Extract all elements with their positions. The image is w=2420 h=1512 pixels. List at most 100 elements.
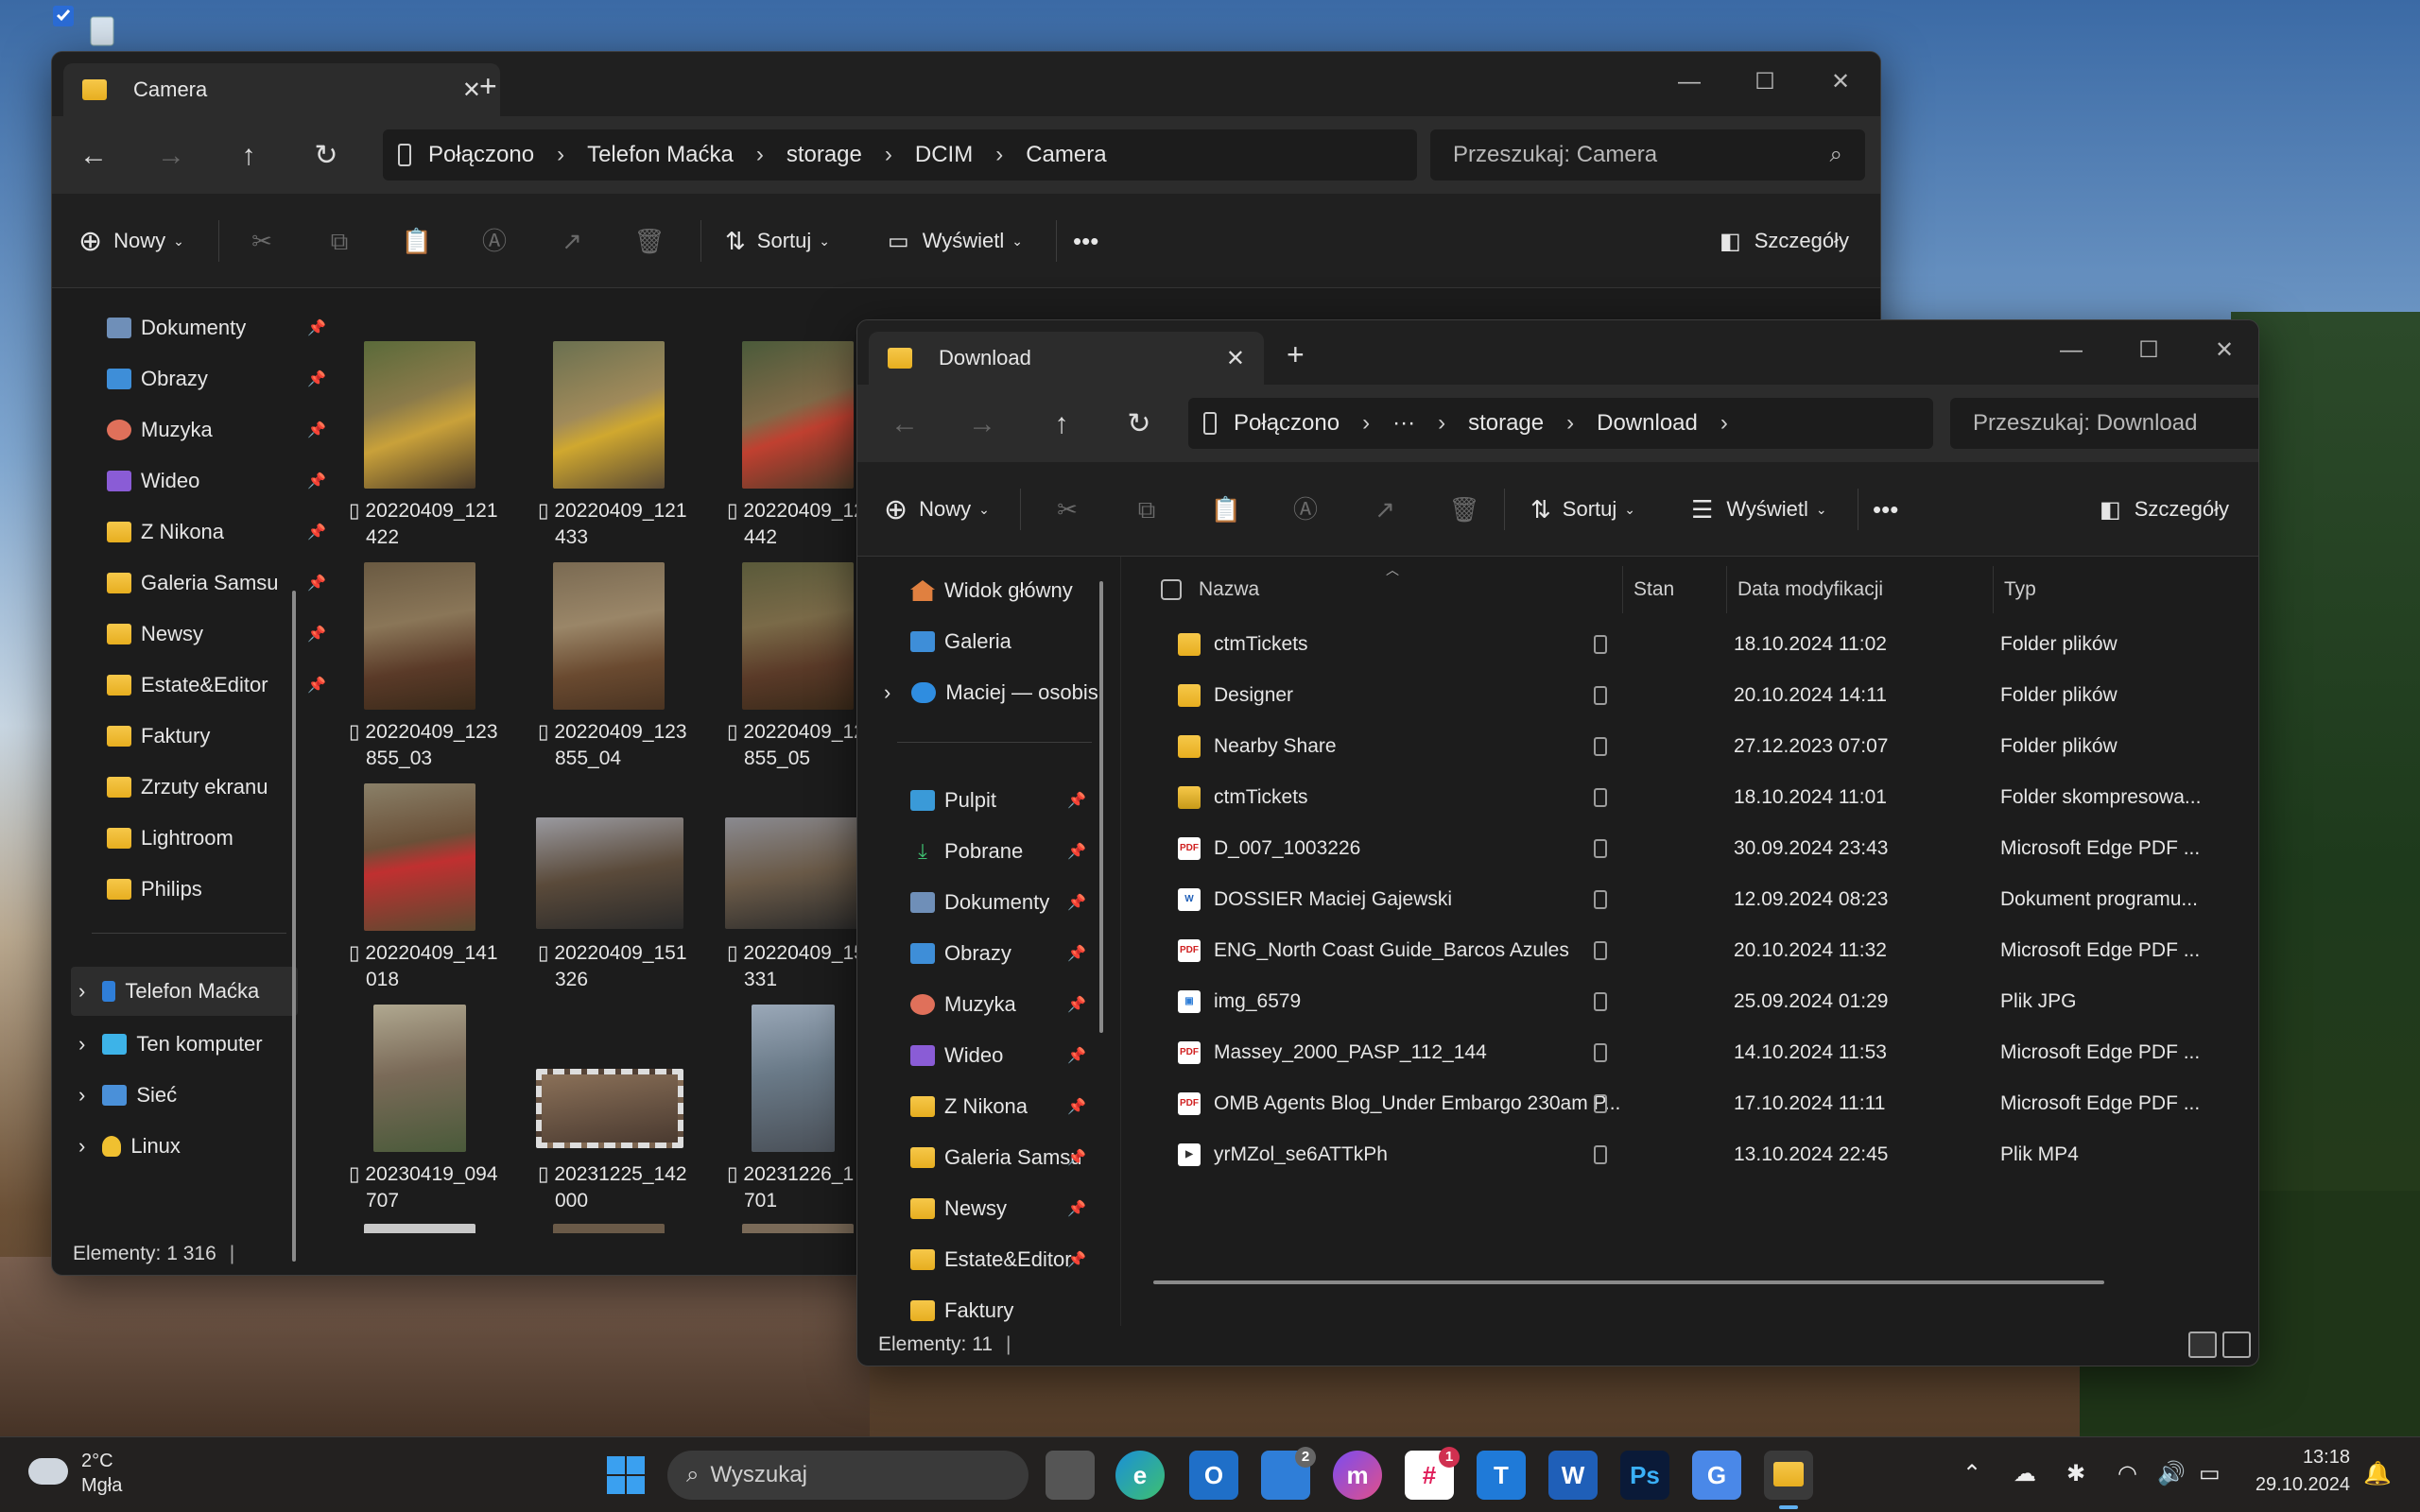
weather-widget[interactable]: 2°C Mgła [28, 1447, 180, 1503]
paste-icon[interactable]: 📋 [400, 224, 434, 258]
tab-download[interactable]: Download ✕ [869, 332, 1264, 385]
photo-thumbnail[interactable] [752, 1005, 835, 1152]
view-button[interactable]: ☰ Wyświetl ⌄ [1691, 490, 1827, 528]
photo-thumbnail[interactable] [364, 1224, 475, 1233]
store-icon[interactable]: 2 [1261, 1447, 1316, 1500]
delete-icon[interactable]: 🗑 [632, 224, 666, 258]
video-thumbnail[interactable] [536, 1069, 683, 1148]
photo-thumbnail[interactable] [373, 1005, 466, 1152]
sidebar-item-telefon-macka[interactable]: › Telefon Maćka [71, 967, 298, 1016]
breadcrumb-item[interactable]: Połączono [1234, 410, 1340, 437]
photo-thumbnail[interactable] [364, 783, 475, 931]
details-view-icon[interactable] [2188, 1332, 2217, 1358]
file-row[interactable]: PDF ENG_North Coast Guide_Barcos Azules 20… [1121, 925, 2258, 976]
scrollbar[interactable] [1099, 581, 1103, 1033]
column-state[interactable]: Stan [1634, 566, 1674, 613]
task-view-icon[interactable] [1046, 1451, 1095, 1500]
view-button[interactable]: ▭ Wyświetl ⌄ [888, 222, 1023, 260]
breadcrumb-item[interactable]: Telefon Maćka [587, 142, 734, 168]
onedrive-tray-icon[interactable]: ☁ [2014, 1460, 2036, 1487]
up-arrow-icon[interactable]: ↑ [1041, 404, 1082, 445]
breadcrumb-item[interactable]: Połączono [428, 142, 534, 168]
sidebar-item-home[interactable]: Widok główny [910, 566, 1073, 615]
sidebar-item-muzyka[interactable]: Muzyka 📌 [910, 980, 1086, 1029]
photo-thumbnail[interactable] [742, 1224, 854, 1233]
breadcrumb-item[interactable]: storage [1468, 410, 1544, 437]
slack-icon[interactable]: #1 [1405, 1447, 1460, 1500]
taskbar-search[interactable]: ⌕ Wyszukaj [667, 1451, 1028, 1500]
scrollbar[interactable] [292, 591, 296, 1262]
address-bar[interactable]: Połączono › ··· › storage › Download › [1188, 398, 1933, 449]
forward-arrow-icon[interactable]: → [150, 135, 192, 177]
share-icon[interactable]: ↗ [555, 224, 589, 258]
search-box[interactable]: Przeszukaj: Download [1950, 398, 2258, 449]
start-button[interactable] [607, 1456, 645, 1494]
details-button[interactable]: ◧ Szczegóły [1720, 222, 1849, 260]
sidebar-item-estate-editor[interactable]: Estate&Editor 📌 [910, 1235, 1086, 1284]
minimize-button[interactable]: — [2043, 332, 2100, 369]
new-tab-button[interactable]: + [1287, 337, 1305, 372]
sidebar-item-z-nikona[interactable]: Z Nikona 📌 [910, 1082, 1086, 1131]
column-name[interactable]: Nazwa [1199, 566, 1259, 613]
search-box[interactable]: Przeszukaj: Camera ⌕ [1430, 129, 1865, 180]
sort-button[interactable]: ⇅ Sortuj ⌄ [1530, 490, 1635, 528]
large-icons-view-icon[interactable] [2222, 1332, 2251, 1358]
more-options-button[interactable]: ••• [1873, 490, 1898, 528]
maximize-button[interactable]: ☐ [2120, 332, 2177, 369]
recycle-bin-icon[interactable] [53, 4, 121, 51]
sidebar-item-ten-komputer[interactable]: › Ten komputer [71, 1020, 263, 1069]
breadcrumb-item[interactable]: Camera [1026, 142, 1106, 168]
cut-icon[interactable]: ✂ [245, 224, 279, 258]
sidebar-item-dokumenty[interactable]: Dokumenty 📌 [910, 878, 1086, 927]
word-icon[interactable]: W [1548, 1451, 1598, 1500]
sidebar-item-galeria-samsung[interactable]: Galeria Samsu 📌 [107, 558, 326, 608]
cut-icon[interactable]: ✂ [1050, 492, 1084, 526]
refresh-icon[interactable]: ↻ [305, 135, 347, 177]
paste-icon[interactable]: 📋 [1209, 492, 1243, 526]
file-row[interactable]: PDF D_007_1003226 30.09.2024 23:43 Microsof… [1121, 823, 2258, 874]
battery-icon[interactable]: ▭ [2199, 1460, 2221, 1487]
trello-icon[interactable]: T [1477, 1451, 1526, 1500]
sidebar-item-siec[interactable]: › Sieć [71, 1071, 177, 1120]
volume-icon[interactable]: 🔊 [2157, 1460, 2186, 1487]
close-tab-icon[interactable]: ✕ [462, 77, 481, 104]
photo-thumbnail[interactable] [553, 341, 665, 489]
new-button[interactable]: ⊕ Nowy ⌄ [78, 222, 184, 260]
photo-thumbnail[interactable] [742, 341, 854, 489]
file-row[interactable]: ▣ img_6579 25.09.2024 01:29 Plik JPG [1121, 976, 2258, 1027]
column-divider[interactable] [1622, 566, 1623, 613]
sidebar-item-muzyka[interactable]: Muzyka 📌 [107, 405, 326, 455]
sidebar-item-faktury[interactable]: Faktury [910, 1286, 1013, 1326]
outlook-icon[interactable]: O [1189, 1451, 1238, 1500]
file-row[interactable]: ▶ yrMZol_se6ATTkPh 13.10.2024 22:45 Plik MP… [1121, 1129, 2258, 1180]
breadcrumb-item[interactable]: Download [1597, 410, 1698, 437]
edge-icon[interactable]: e [1115, 1451, 1165, 1500]
column-type[interactable]: Typ [2004, 566, 2036, 613]
column-date[interactable]: Data modyfikacji [1737, 566, 1883, 613]
sidebar-item-wideo[interactable]: Wideo 📌 [107, 456, 326, 506]
sidebar-item-zrzuty-ekranu[interactable]: Zrzuty ekranu [107, 763, 268, 812]
sort-button[interactable]: ⇅ Sortuj ⌄ [725, 222, 830, 260]
horizontal-scrollbar[interactable] [1153, 1280, 2104, 1284]
sidebar-item-gallery[interactable]: Galeria [910, 617, 1011, 666]
translate-icon[interactable]: G [1692, 1451, 1741, 1500]
more-options-button[interactable]: ••• [1073, 222, 1098, 260]
slack-tray-icon[interactable]: ✱ [2066, 1460, 2085, 1487]
address-bar[interactable]: Połączono › Telefon Maćka › storage › DCIM ›… [383, 129, 1417, 180]
refresh-icon[interactable]: ↻ [1118, 404, 1160, 445]
sidebar-item-estate-editor[interactable]: Estate&Editor 📌 [107, 661, 326, 710]
file-row[interactable]: PDF Massey_2000_PASP_112_144 14.10.2024 11… [1121, 1027, 2258, 1078]
sidebar-item-faktury[interactable]: Faktury [107, 712, 210, 761]
sidebar-item-pulpit[interactable]: Pulpit 📌 [910, 776, 1086, 825]
photo-thumbnail[interactable] [364, 341, 475, 489]
back-arrow-icon[interactable]: ← [884, 404, 925, 445]
photoshop-icon[interactable]: Ps [1620, 1451, 1669, 1500]
photo-thumbnail[interactable] [725, 817, 873, 929]
sidebar-item-newsy[interactable]: Newsy 📌 [107, 610, 326, 659]
file-explorer-icon[interactable] [1764, 1451, 1813, 1500]
tab-camera[interactable]: Camera ✕ [63, 63, 500, 116]
sidebar-item-wideo[interactable]: Wideo 📌 [910, 1031, 1086, 1080]
sidebar-item-lightroom[interactable]: Lightroom [107, 814, 233, 863]
wifi-icon[interactable]: ◠ [2118, 1460, 2137, 1487]
photo-thumbnail[interactable] [742, 562, 854, 710]
